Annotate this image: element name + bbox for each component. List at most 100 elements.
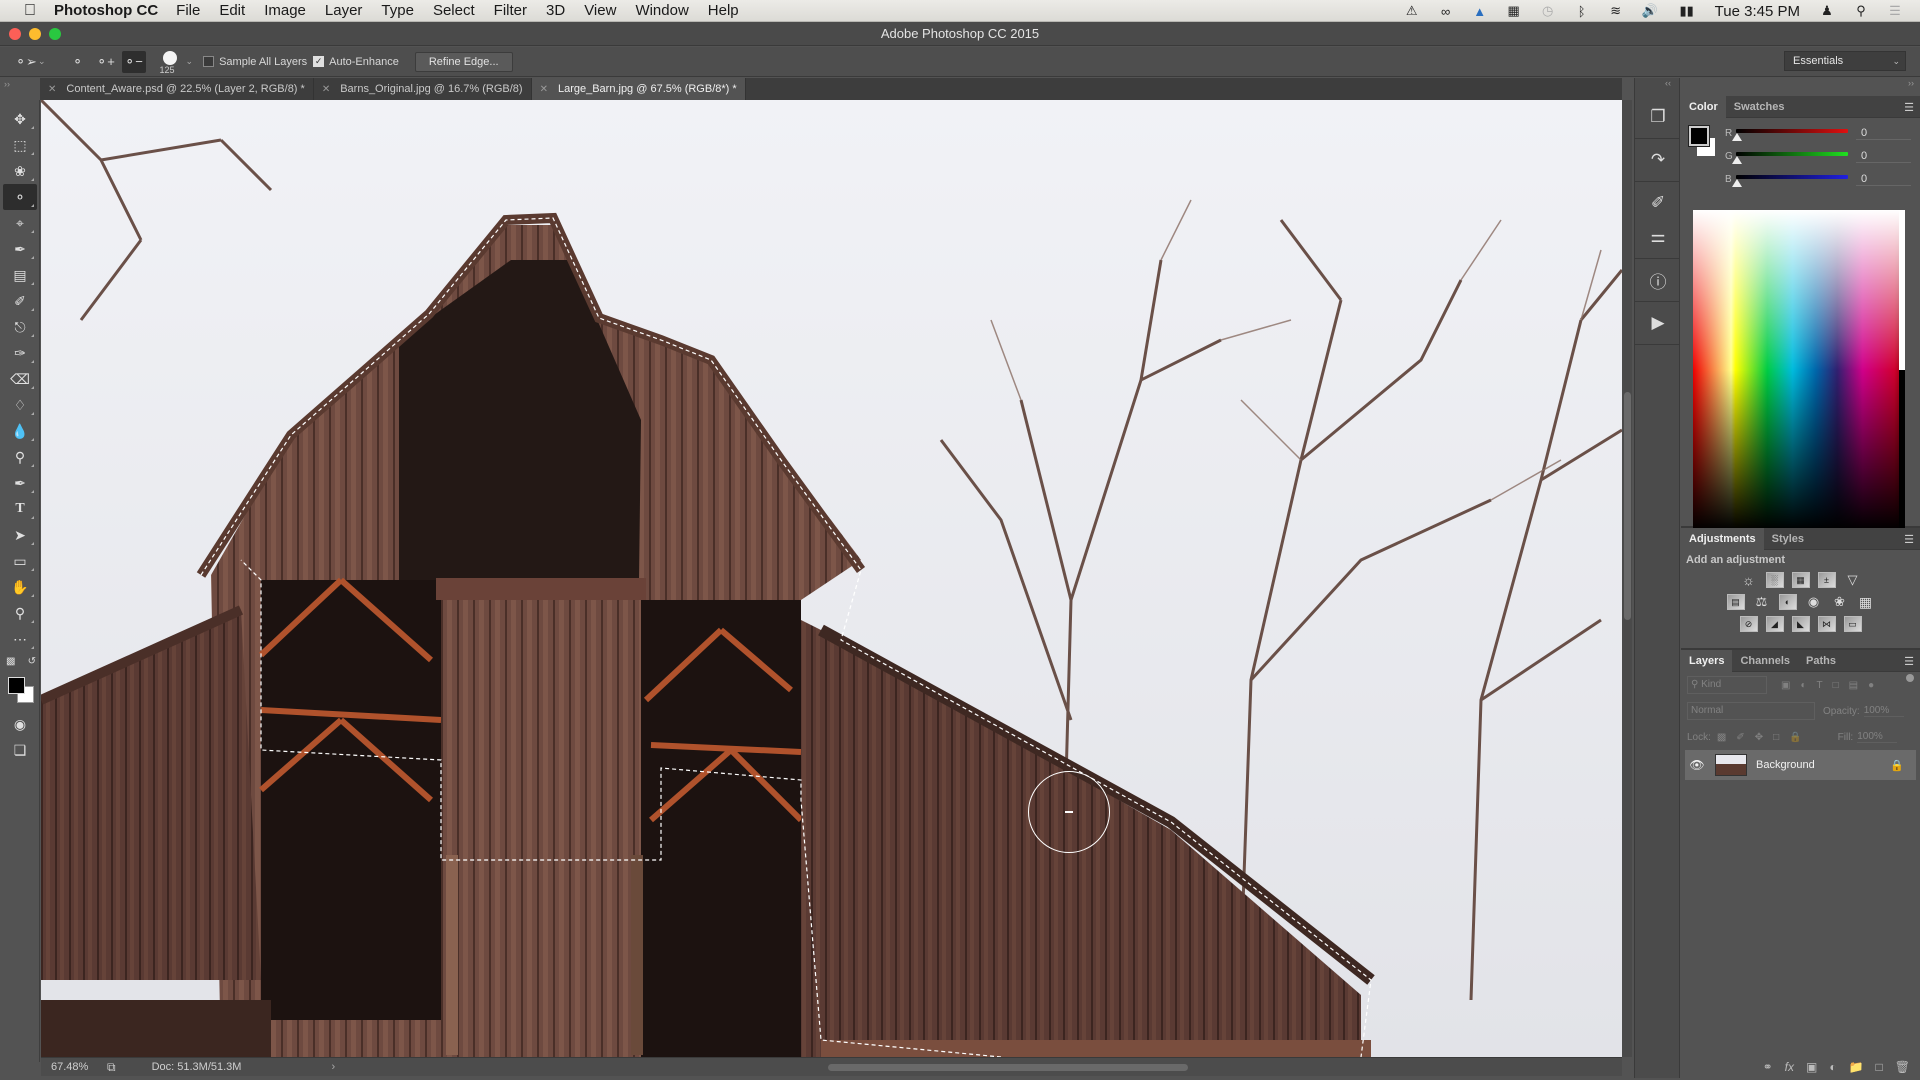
new-layer-icon[interactable]: □ xyxy=(1876,1060,1883,1074)
swap-colors-icon[interactable]: ↺ xyxy=(28,656,36,667)
new-adjustment-layer-icon[interactable]: ◐ xyxy=(1829,1060,1836,1074)
horizontal-scrollbar-thumb[interactable] xyxy=(828,1064,1188,1071)
black-ramp[interactable] xyxy=(1899,370,1905,530)
red-slider[interactable]: R 0 xyxy=(1681,126,1920,149)
filter-type-icon[interactable]: T xyxy=(1817,680,1823,691)
close-tab-icon[interactable]: ✕ xyxy=(540,84,548,95)
keyboard-icon[interactable]: ▦ xyxy=(1505,3,1523,19)
filter-smart-object-icon[interactable]: ▤ xyxy=(1849,680,1858,691)
lock-all-icon[interactable]: 🔒 xyxy=(1789,732,1801,743)
sample-all-layers-checkbox[interactable] xyxy=(203,56,215,67)
blue-track[interactable] xyxy=(1736,175,1848,179)
battery-icon[interactable]: ▮▮ xyxy=(1675,3,1699,19)
filter-shape-icon[interactable]: □ xyxy=(1833,680,1839,691)
user-icon[interactable]: ♟ xyxy=(1818,3,1836,19)
close-window-button[interactable] xyxy=(9,28,21,40)
posterize-icon[interactable]: ◢ xyxy=(1765,616,1784,632)
tab-large-barn[interactable]: ✕ Large_Barn.jpg @ 67.5% (RGB/8*) * xyxy=(531,78,746,100)
pen-tool[interactable]: ✒ xyxy=(3,470,37,496)
zoom-level[interactable]: 67.48% xyxy=(51,1061,97,1073)
info-icon[interactable]: ⓘ xyxy=(1638,263,1678,297)
brush-settings-icon[interactable]: ⚌ xyxy=(1638,220,1678,254)
refine-edge-button[interactable]: Refine Edge... xyxy=(414,51,513,72)
time-machine-icon[interactable]: ◷ xyxy=(1539,3,1557,19)
eraser-tool[interactable]: ⌫ xyxy=(3,366,37,392)
white-ramp[interactable] xyxy=(1899,210,1905,370)
menu-edit[interactable]: Edit xyxy=(219,2,245,19)
filter-toggle-icon[interactable]: ● xyxy=(1868,680,1874,691)
healing-brush-tool[interactable]: ▤ xyxy=(3,262,37,288)
black-white-icon[interactable]: ◐ xyxy=(1778,594,1797,610)
dodge-tool[interactable]: ⚲ xyxy=(3,444,37,470)
photo-filter-icon[interactable]: ◉ xyxy=(1805,594,1823,610)
blue-value[interactable]: 0 xyxy=(1856,173,1911,186)
eye-visibility-icon[interactable]: 👁 xyxy=(1685,758,1709,772)
type-tool[interactable]: T xyxy=(3,496,37,522)
history-icon[interactable]: ↷ xyxy=(1638,143,1678,177)
tab-paths[interactable]: Paths xyxy=(1798,650,1844,672)
tab-layers[interactable]: Layers xyxy=(1681,649,1733,672)
libraries-icon[interactable]: ❐ xyxy=(1638,100,1678,134)
airplay-icon[interactable]: ▲ xyxy=(1471,3,1489,19)
quick-selection-tool[interactable]: ⚬ xyxy=(3,184,37,210)
move-tool[interactable]: ✥ xyxy=(3,106,37,132)
new-selection-icon[interactable]: ⚬ xyxy=(66,51,90,73)
menu-select[interactable]: Select xyxy=(433,2,475,19)
blue-slider[interactable]: B 0 xyxy=(1681,172,1920,195)
collapse-toolbar-icon[interactable]: ›› xyxy=(4,79,10,89)
tab-barns-original[interactable]: ✕ Barns_Original.jpg @ 16.7% (RGB/8) xyxy=(314,78,532,100)
paint-bucket-tool[interactable]: ♢ xyxy=(3,392,37,418)
color-balance-icon[interactable]: ⚖ xyxy=(1753,594,1771,610)
brush-tool[interactable]: ✐ xyxy=(3,288,37,314)
menu-layer[interactable]: Layer xyxy=(325,2,363,19)
minimize-window-button[interactable] xyxy=(29,28,41,40)
filter-pixel-icon[interactable]: ▣ xyxy=(1781,680,1790,691)
rectangle-tool[interactable]: ▭ xyxy=(3,548,37,574)
actions-play-icon[interactable]: ▶ xyxy=(1638,306,1678,340)
clone-stamp-tool[interactable]: ⎋ xyxy=(3,314,37,340)
brush-size-picker[interactable]: 125 xyxy=(160,48,182,76)
vibrance-icon[interactable]: ▽ xyxy=(1844,572,1862,588)
panel-menu-icon[interactable]: ☰ xyxy=(1904,533,1914,546)
gradient-map-icon[interactable]: ▭ xyxy=(1843,616,1862,632)
spotlight-icon[interactable]: ⚲ xyxy=(1852,3,1870,19)
add-mask-icon[interactable]: ▣ xyxy=(1806,1060,1817,1074)
zoom-window-button[interactable] xyxy=(49,28,61,40)
document-canvas[interactable] xyxy=(41,100,1622,1057)
menu-image[interactable]: Image xyxy=(264,2,306,19)
lasso-tool[interactable]: ❀ xyxy=(3,158,37,184)
fx-icon[interactable]: fx xyxy=(1785,1060,1794,1074)
brush-chevron-icon[interactable]: ⌄ xyxy=(186,56,194,67)
tab-color[interactable]: Color xyxy=(1681,95,1726,118)
layer-row-background[interactable]: 👁 Background 🔒 xyxy=(1685,750,1916,780)
default-colors-icon[interactable]: ▩ xyxy=(6,656,15,667)
green-track[interactable] xyxy=(1736,152,1848,156)
exposure-icon[interactable]: ± xyxy=(1817,572,1836,588)
hue-saturation-icon[interactable]: ▤ xyxy=(1726,594,1745,610)
path-selection-tool[interactable]: ➤ xyxy=(3,522,37,548)
subtract-from-selection-icon[interactable]: ⚬− xyxy=(121,50,146,73)
green-value[interactable]: 0 xyxy=(1856,150,1911,163)
menu-type[interactable]: Type xyxy=(381,2,414,19)
eyedropper-tool[interactable]: ✒ xyxy=(3,236,37,262)
collapse-strip-icon[interactable]: ‹‹ xyxy=(1635,78,1679,96)
menu-3d[interactable]: 3D xyxy=(546,2,565,19)
layer-name[interactable]: Background xyxy=(1756,759,1815,771)
status-menu-arrow[interactable]: › xyxy=(331,1061,335,1073)
lock-position-icon[interactable]: ✥ xyxy=(1755,732,1763,743)
link-layers-icon[interactable]: ⚭ xyxy=(1763,1060,1773,1074)
close-tab-icon[interactable]: ✕ xyxy=(322,84,330,95)
brightness-contrast-icon[interactable]: ☼ xyxy=(1740,572,1758,588)
menu-file[interactable]: File xyxy=(176,2,200,19)
layer-lock-icon[interactable]: 🔒 xyxy=(1890,759,1904,772)
share-icon[interactable]: ⧉ xyxy=(107,1060,116,1075)
add-to-selection-icon[interactable]: ⚬+ xyxy=(94,51,118,73)
workspace-switcher[interactable]: Essentials ⌄ xyxy=(1784,51,1906,71)
curves-icon[interactable]: ▦ xyxy=(1791,572,1810,588)
close-tab-icon[interactable]: ✕ xyxy=(48,84,56,95)
opacity-input[interactable]: 100% xyxy=(1863,705,1904,717)
history-brush-tool[interactable]: ✑ xyxy=(3,340,37,366)
lock-artboard-icon[interactable]: □ xyxy=(1773,732,1779,743)
foreground-color-swatch[interactable] xyxy=(8,677,25,694)
menu-help[interactable]: Help xyxy=(708,2,739,19)
